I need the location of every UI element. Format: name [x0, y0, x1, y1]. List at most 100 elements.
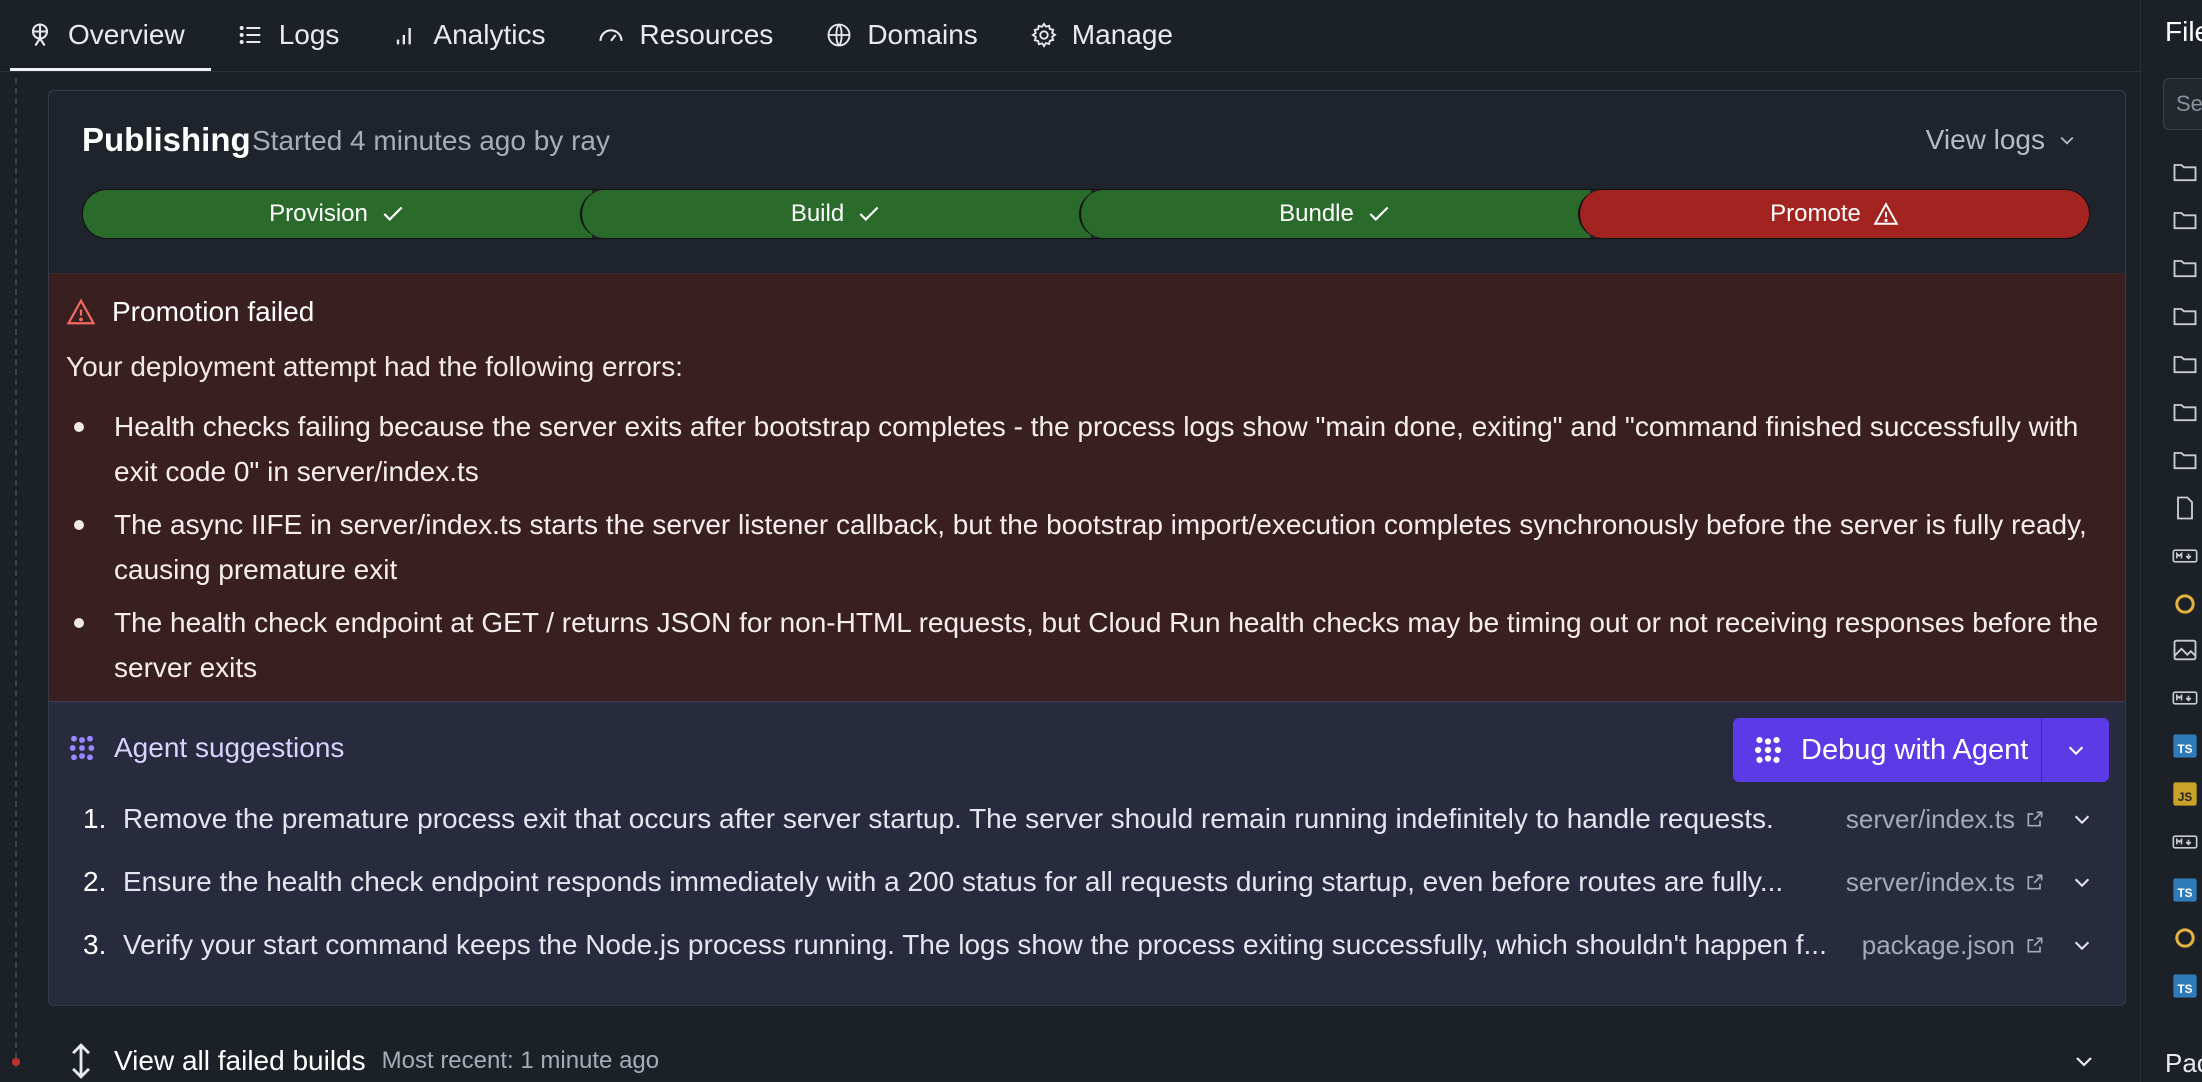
publishing-card: Publishing Started 4 minutes ago by ray …: [48, 90, 2126, 1006]
step-label: Promote: [1770, 200, 1861, 227]
svg-text:JS: JS: [2178, 791, 2192, 804]
bar-chart-icon: [391, 21, 419, 49]
config-file-icon[interactable]: [2171, 924, 2199, 952]
image-file-icon[interactable]: [2171, 636, 2199, 664]
svg-text:TS: TS: [2178, 743, 2193, 756]
suggestion-row[interactable]: 3. Verify your start command keeps the N…: [49, 915, 2125, 975]
chevron-down-icon[interactable]: [2071, 808, 2093, 830]
debug-with-agent-button[interactable]: Debug with Agent: [1733, 718, 2109, 782]
tab-overview[interactable]: Overview: [0, 0, 211, 71]
step-promote[interactable]: Promote: [1578, 190, 2089, 238]
file-icon[interactable]: [2171, 494, 2199, 522]
gauge-icon: [597, 21, 625, 49]
publishing-title: Publishing: [82, 121, 251, 158]
debug-with-agent-main[interactable]: Debug with Agent: [1733, 718, 2041, 782]
step-label: Provision: [269, 200, 368, 227]
chevron-down-icon[interactable]: [2071, 871, 2093, 893]
chevron-down-icon[interactable]: [2072, 1049, 2096, 1073]
tab-label: Manage: [1071, 19, 1173, 50]
typescript-file-icon[interactable]: TS: [2171, 972, 2199, 1000]
view-failed-builds-label: View all failed builds: [114, 1045, 366, 1076]
warning-icon: [1873, 202, 1899, 225]
timeline-dot: [12, 1058, 20, 1066]
publishing-header: Publishing Started 4 minutes ago by ray …: [49, 91, 2125, 273]
suggestion-file-link[interactable]: package.json: [1862, 930, 2045, 961]
agent-icon: [69, 735, 95, 761]
markdown-file-icon[interactable]: [2171, 684, 2199, 712]
overview-icon: [26, 21, 54, 49]
file-search-input[interactable]: Se: [2163, 78, 2202, 130]
suggestion-number: 3.: [83, 929, 107, 960]
suggestion-row[interactable]: 1. Remove the premature process exit tha…: [49, 789, 2125, 849]
step-provision[interactable]: Provision: [83, 190, 592, 238]
svg-text:TS: TS: [2178, 983, 2193, 996]
suggestion-row[interactable]: 2. Ensure the health check endpoint resp…: [49, 852, 2125, 912]
debug-options-toggle[interactable]: [2041, 718, 2109, 782]
markdown-file-icon[interactable]: [2171, 542, 2199, 570]
tab-label: Logs: [278, 19, 340, 50]
tab-analytics[interactable]: Analytics: [365, 0, 571, 71]
folder-icon[interactable]: [2171, 350, 2199, 378]
chevron-down-icon: [2068, 746, 2083, 756]
suggestion-number: 1.: [83, 803, 107, 834]
suggestion-file-link[interactable]: server/index.ts: [1846, 804, 2045, 835]
svg-text:TS: TS: [2178, 887, 2193, 900]
folder-icon[interactable]: [2171, 398, 2199, 426]
suggestion-text: Remove the premature process exit that o…: [123, 803, 1774, 834]
suggestion-number: 2.: [83, 866, 107, 897]
folder-icon[interactable]: [2171, 206, 2199, 234]
search-placeholder: Se: [2176, 91, 2202, 116]
tab-label: Overview: [68, 19, 185, 50]
tab-label: Domains: [867, 19, 978, 50]
globe-icon: [825, 21, 853, 49]
tab-logs[interactable]: Logs: [211, 0, 366, 71]
files-sidebar: File Se TS JS TS TS Pac: [2141, 0, 2202, 1082]
file-name: server/index.ts: [1845, 803, 2015, 834]
javascript-file-icon[interactable]: JS: [2171, 780, 2199, 808]
file-name: package.json: [1861, 929, 2015, 960]
folder-icon[interactable]: [2171, 158, 2199, 186]
folder-icon[interactable]: [2171, 254, 2199, 282]
agent-title-text: Agent suggestions: [114, 732, 345, 763]
step-bundle[interactable]: Bundle: [1079, 190, 1590, 238]
error-item: Health checks failing because the server…: [74, 404, 2114, 494]
config-file-icon[interactable]: [2171, 590, 2199, 618]
suggestion-file-link[interactable]: server/index.ts: [1846, 867, 2045, 898]
gear-icon: [1030, 21, 1058, 49]
step-label: Build: [790, 200, 845, 227]
tab-manage[interactable]: Manage: [1004, 0, 1199, 71]
tab-domains[interactable]: Domains: [799, 0, 1003, 71]
packages-label: Pac: [2165, 1048, 2202, 1078]
agent-suggestions-panel: Agent suggestions Debug with Agent 1. Re…: [49, 701, 2125, 1005]
view-failed-builds-row[interactable]: View all failed builds Most recent: 1 mi…: [48, 1040, 2126, 1082]
markdown-file-icon[interactable]: [2171, 828, 2199, 856]
tab-label: Analytics: [433, 19, 546, 50]
step-label: Bundle: [1279, 200, 1354, 227]
step-build[interactable]: Build: [580, 190, 1091, 238]
tab-label: Resources: [639, 19, 774, 50]
chevron-down-icon[interactable]: [2071, 934, 2093, 956]
tab-resources[interactable]: Resources: [571, 0, 799, 71]
files-title: File: [2165, 16, 2202, 47]
folder-icon[interactable]: [2171, 302, 2199, 330]
suggestion-text: Ensure the health check endpoint respond…: [123, 866, 1784, 897]
list-icon: [237, 21, 265, 49]
warning-icon: [66, 298, 96, 325]
external-link-icon: [2027, 811, 2043, 827]
suggestion-text: Verify your start command keeps the Node…: [123, 929, 1827, 960]
error-title-text: Promotion failed: [112, 296, 315, 327]
typescript-file-icon[interactable]: TS: [2171, 732, 2199, 760]
agent-suggestions-title: Agent suggestions: [66, 732, 344, 764]
folder-icon[interactable]: [2171, 446, 2199, 474]
publishing-subtitle: Started 4 minutes ago by ray: [252, 125, 610, 156]
error-item: The health check endpoint at GET / retur…: [74, 600, 2114, 690]
debug-button-label: Debug with Agent: [1801, 733, 2029, 766]
check-icon: [1369, 206, 1389, 221]
expand-vertical-icon: [72, 1043, 90, 1079]
error-item: The async IIFE in server/index.ts starts…: [74, 502, 2114, 592]
external-link-icon: [2027, 937, 2043, 953]
timeline-line: [15, 78, 17, 1068]
typescript-file-icon[interactable]: TS: [2171, 876, 2199, 904]
view-logs-button[interactable]: View logs: [1926, 124, 2077, 156]
pipeline-steps: Provision Build Bundle Promote: [82, 189, 2090, 239]
